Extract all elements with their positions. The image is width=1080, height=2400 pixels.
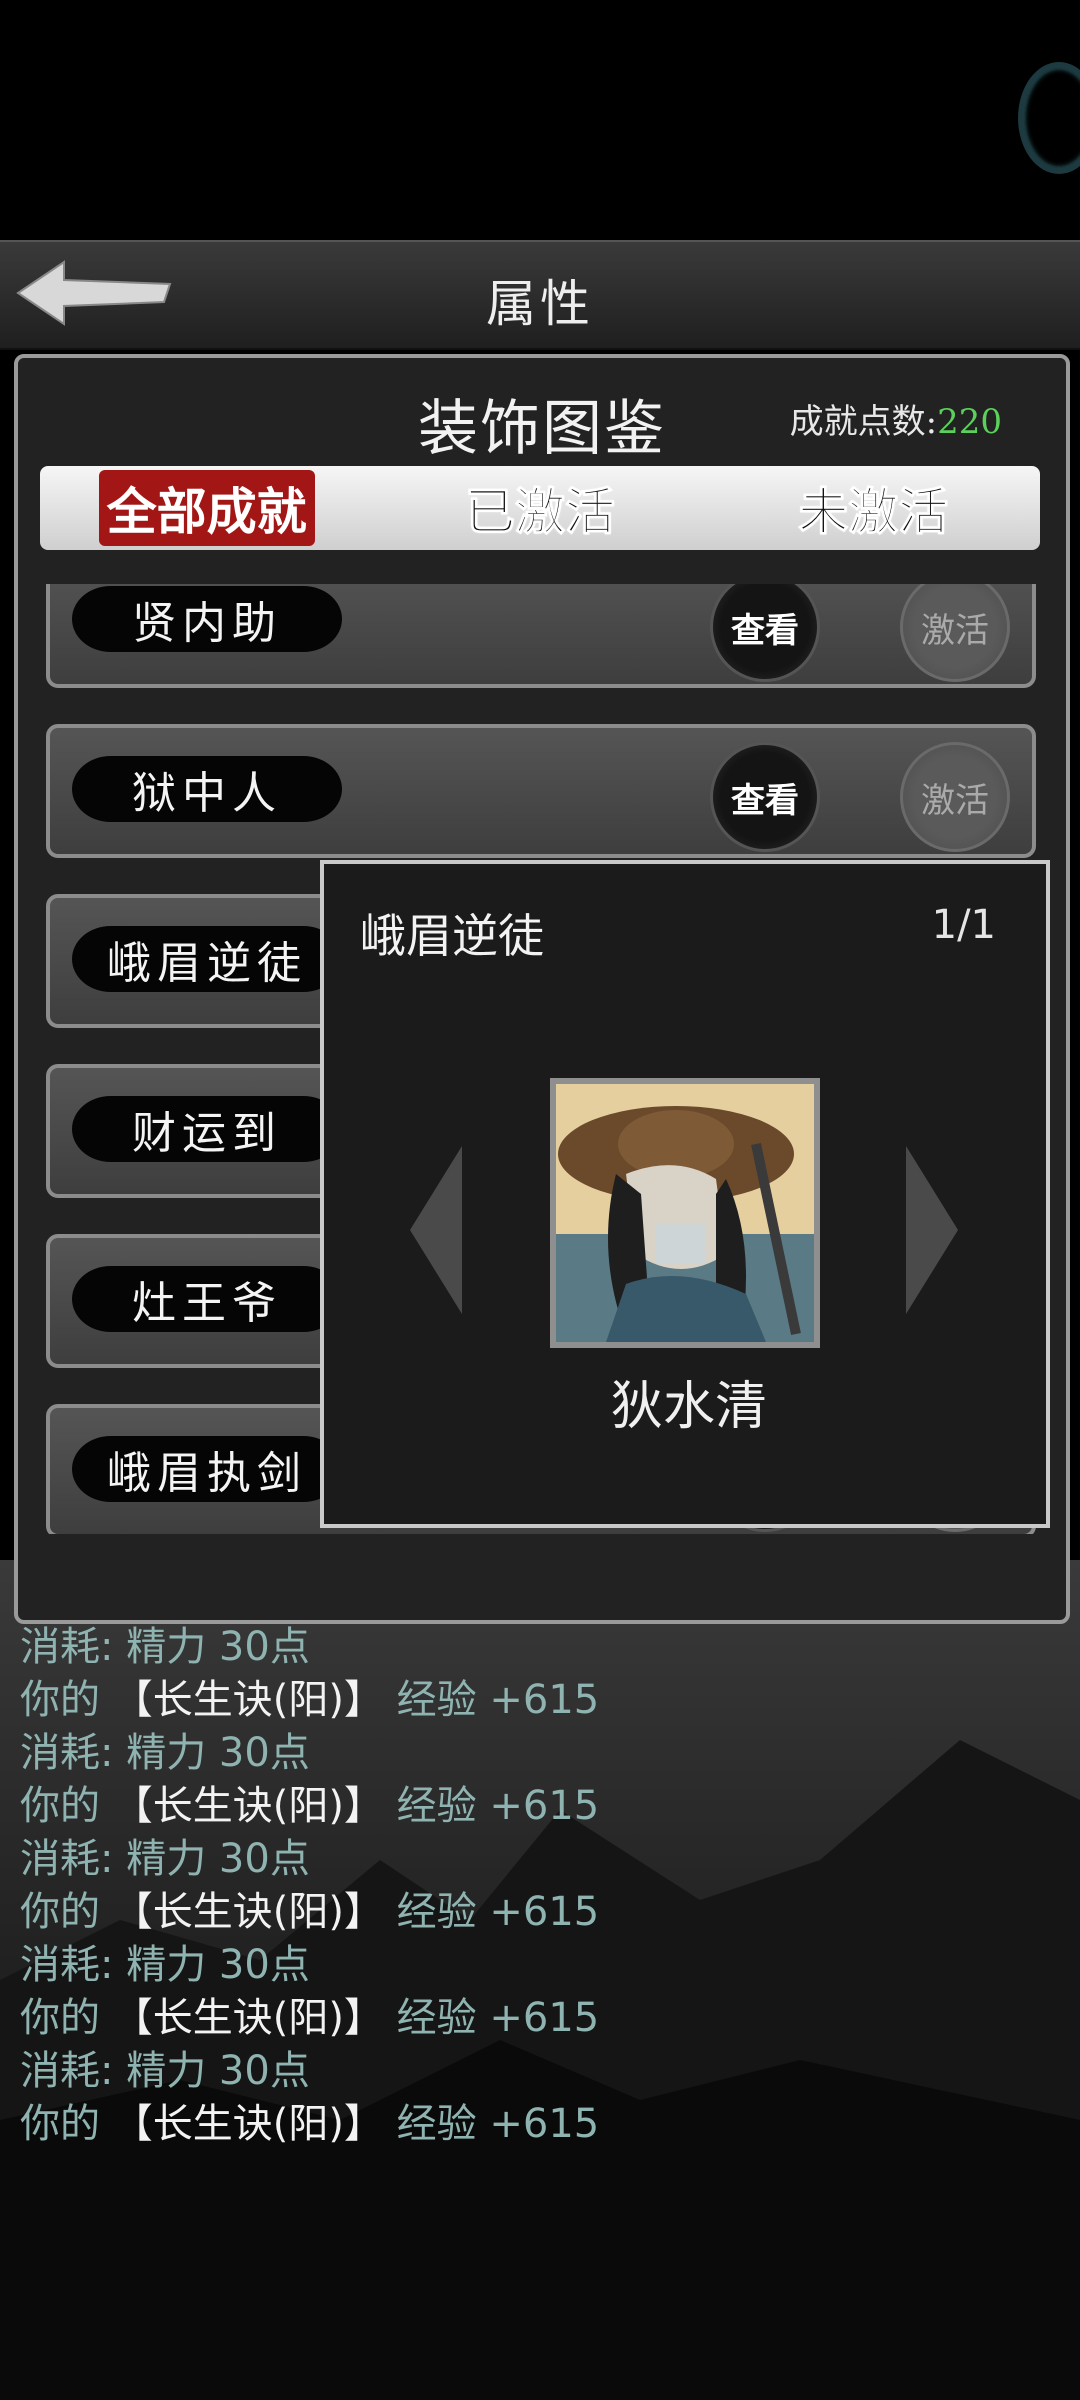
gain-prefix: 你的 [20, 1783, 100, 1829]
popup-page-count: 1/1 [931, 902, 996, 948]
cost-label: 消耗: [20, 1624, 114, 1670]
cost-value: 精力 30点 [126, 1836, 310, 1882]
achievement-name-plate: 峨眉逆徒 [72, 926, 342, 992]
activate-label: 激活 [921, 610, 989, 651]
gain-prefix: 你的 [20, 1995, 100, 2041]
cost-label: 消耗: [20, 1942, 114, 1988]
achievement-name: 狱中人 [132, 768, 282, 819]
tab-not-activated[interactable]: 未激活 [707, 472, 1040, 544]
filter-tabs: 全部成就 已激活 未激活 [40, 466, 1040, 550]
cost-label: 消耗: [20, 1836, 114, 1882]
achievement-name: 灶王爷 [132, 1278, 282, 1329]
achievement-name-plate: 贤内助 [72, 586, 342, 652]
activate-button[interactable]: 激活 [900, 584, 1010, 682]
achievement-name: 贤内助 [132, 598, 282, 649]
log-entry: 消耗: 精力 30点 你的 【长生诀(阳)】 经验 +615 [20, 1938, 1060, 2044]
view-label: 查看 [731, 780, 799, 821]
points-value: 220 [937, 402, 1002, 442]
exp-gain: 经验 +615 [396, 1889, 600, 1935]
cost-value: 精力 30点 [126, 1730, 310, 1776]
skill-name: 【长生诀(阳)】 [112, 1677, 384, 1723]
tab-all-achievements[interactable]: 全部成就 [40, 470, 373, 546]
cost-value: 精力 30点 [126, 2048, 310, 2094]
list-item: 贤内助 查看 激活 [46, 584, 1036, 688]
log-entry: 消耗: 精力 30点 你的 【长生诀(阳)】 经验 +615 [20, 1832, 1060, 1938]
next-arrow-icon[interactable] [906, 1146, 958, 1314]
list-item: 狱中人 查看 激活 [46, 724, 1036, 858]
exp-gain: 经验 +615 [396, 1677, 600, 1723]
skill-name: 【长生诀(阳)】 [112, 1889, 384, 1935]
tab-label: 未激活 [798, 483, 949, 542]
previous-arrow-icon[interactable] [410, 1146, 462, 1314]
character-portrait [550, 1078, 820, 1348]
character-name: 狄水清 [610, 1377, 767, 1437]
skill-name: 【长生诀(阳)】 [112, 1995, 384, 2041]
activate-button[interactable]: 激活 [900, 742, 1010, 852]
gain-prefix: 你的 [20, 1677, 100, 1723]
cost-label: 消耗: [20, 1730, 114, 1776]
exp-gain: 经验 +615 [396, 1995, 600, 2041]
log-entry: 消耗: 精力 30点 你的 【长生诀(阳)】 经验 +615 [20, 2044, 1060, 2150]
log-entry: 消耗: 精力 30点 你的 【长生诀(阳)】 经验 +615 [20, 1620, 1060, 1726]
tab-label: 全部成就 [98, 470, 315, 546]
activate-label: 激活 [921, 780, 989, 821]
achievement-name-plate: 狱中人 [72, 756, 342, 822]
achievement-name: 财运到 [132, 1108, 282, 1159]
corner-ring-icon[interactable] [1018, 62, 1080, 174]
popup-title: 峨眉逆徒 [360, 909, 544, 963]
gain-prefix: 你的 [20, 2101, 100, 2147]
decoration-preview-popup: 峨眉逆徒 1/1 狄水清 [320, 860, 1050, 1528]
character-portrait-art [556, 1084, 814, 1342]
view-button[interactable]: 查看 [710, 742, 820, 852]
achievement-name-plate: 灶王爷 [72, 1266, 342, 1332]
achievement-name-plate: 峨眉执剑 [72, 1436, 342, 1502]
cost-value: 精力 30点 [126, 1942, 310, 1988]
cost-label: 消耗: [20, 2048, 114, 2094]
achievement-points: 成就点数:220 [790, 394, 1002, 443]
skill-name: 【长生诀(阳)】 [112, 1783, 384, 1829]
message-log: 消耗: 精力 30点 你的 【长生诀(阳)】 经验 +615 消耗: 精力 30… [20, 1620, 1060, 2150]
achievement-name: 峨眉执剑 [107, 1448, 307, 1499]
view-label: 查看 [731, 610, 799, 651]
skill-name: 【长生诀(阳)】 [112, 2101, 384, 2147]
top-bar: 属性 [0, 240, 1080, 350]
view-button[interactable]: 查看 [710, 584, 820, 682]
cost-value: 精力 30点 [126, 1624, 310, 1670]
tab-activated[interactable]: 已激活 [373, 472, 706, 544]
achievement-name-plate: 财运到 [72, 1096, 342, 1162]
exp-gain: 经验 +615 [396, 1783, 600, 1829]
tab-label: 已激活 [464, 483, 615, 542]
log-entry: 消耗: 精力 30点 你的 【长生诀(阳)】 经验 +615 [20, 1726, 1060, 1832]
exp-gain: 经验 +615 [396, 2101, 600, 2147]
page-title: 属性 [486, 275, 594, 333]
points-label: 成就点数: [789, 402, 938, 442]
gain-prefix: 你的 [20, 1889, 100, 1935]
achievement-name: 峨眉逆徒 [107, 938, 307, 989]
